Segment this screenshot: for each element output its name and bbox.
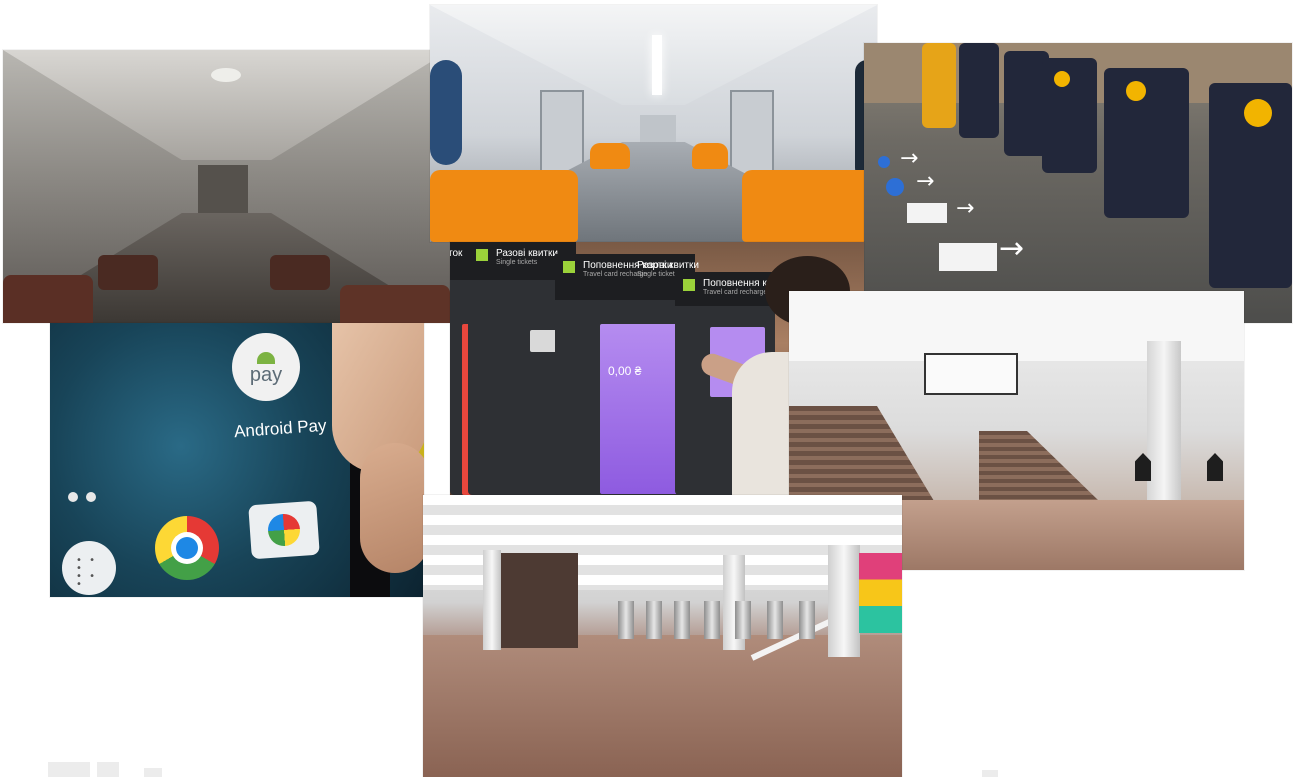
car-ceiling: [3, 50, 450, 160]
orange-seat: [692, 143, 728, 169]
ceiling-light: [652, 35, 662, 95]
turnstile: [1104, 68, 1189, 218]
kiosk-subtitle: Single tickets: [637, 271, 679, 278]
orange-seat: [742, 170, 877, 242]
photo-new-metro-car: [430, 5, 877, 242]
kiosk-logo-icon: [563, 261, 575, 273]
turnstile: [704, 601, 720, 639]
kiosk-subtitle: Travel card recharge: [703, 289, 768, 296]
kiosk-edge-title: ток: [450, 248, 463, 259]
app-drawer-icon: • • • • • •: [62, 541, 116, 595]
turnstile: [674, 601, 690, 639]
kiosk-subtitle: Single tickets: [496, 259, 538, 266]
arrow-right-icon: →: [916, 169, 935, 194]
watermark-fragment: [982, 770, 998, 777]
watermark-fragment: [48, 762, 90, 777]
floor-qr-code: [939, 243, 997, 271]
app-label: Android Pay: [233, 415, 328, 442]
kiosk-logo-icon: [683, 279, 695, 291]
chrome-icon: [155, 516, 219, 580]
turnstile: [646, 601, 662, 639]
seat: [340, 285, 450, 323]
station-column: [483, 550, 501, 650]
pay-icon-text: pay: [249, 364, 283, 386]
floor-marker-icon: [878, 156, 890, 168]
card-slot: [530, 330, 558, 352]
station-column: [828, 545, 860, 657]
qr-reader-icon: [1126, 81, 1146, 101]
wall-ornament-icon: [1207, 453, 1223, 481]
floor-qr-code: [907, 203, 947, 223]
turnstile: [959, 43, 999, 138]
qr-reader-icon: [1054, 71, 1070, 87]
camera-icon: [248, 500, 320, 560]
arrow-right-icon: →: [999, 231, 1025, 266]
turnstile: [767, 601, 783, 639]
station-sign: [924, 353, 1018, 395]
kiosk-title: Разові квитки: [637, 260, 699, 271]
kiosk-logo-icon: [476, 249, 488, 261]
ceiling-lamp: [211, 68, 241, 82]
photo-old-metro-car: [3, 50, 450, 323]
arrow-right-icon: →: [900, 146, 919, 171]
android-robot-icon: [257, 352, 275, 364]
stairs: [979, 431, 1099, 501]
qr-reader-icon: [1244, 99, 1272, 127]
turnstile: [922, 43, 956, 128]
kiosk-screen: 0,00 ₴: [600, 324, 685, 494]
turnstile: [799, 601, 815, 639]
photo-station-concourse: [423, 495, 902, 777]
orange-seat: [430, 170, 578, 242]
photo-android-pay: pay Android Pay • • • • • •: [50, 323, 424, 597]
ticket-kiosk: Поповнення картки Travel card recharge Р…: [555, 254, 699, 495]
thumb: [360, 443, 424, 573]
page-indicator: [68, 489, 108, 503]
turnstile: [735, 601, 751, 639]
orange-seat: [590, 143, 630, 169]
screen-amount: 0,00 ₴: [608, 364, 642, 378]
arrow-right-icon: →: [956, 196, 975, 221]
floor-marker-icon: [886, 178, 904, 196]
photo-turnstiles: → → → →: [864, 43, 1292, 323]
station-pillar: [1147, 341, 1181, 519]
car-window: [430, 60, 462, 165]
ticket-booth: [498, 553, 578, 648]
android-pay-icon: pay: [232, 333, 300, 401]
watermark-fragment: [97, 762, 119, 777]
kiosk-title: Разові квитки: [496, 248, 558, 259]
turnstile: [618, 601, 634, 639]
colorful-poster: [859, 553, 902, 633]
seat: [3, 275, 93, 323]
watermark-fragment: [144, 768, 162, 777]
seat: [270, 255, 330, 290]
seat: [98, 255, 158, 290]
